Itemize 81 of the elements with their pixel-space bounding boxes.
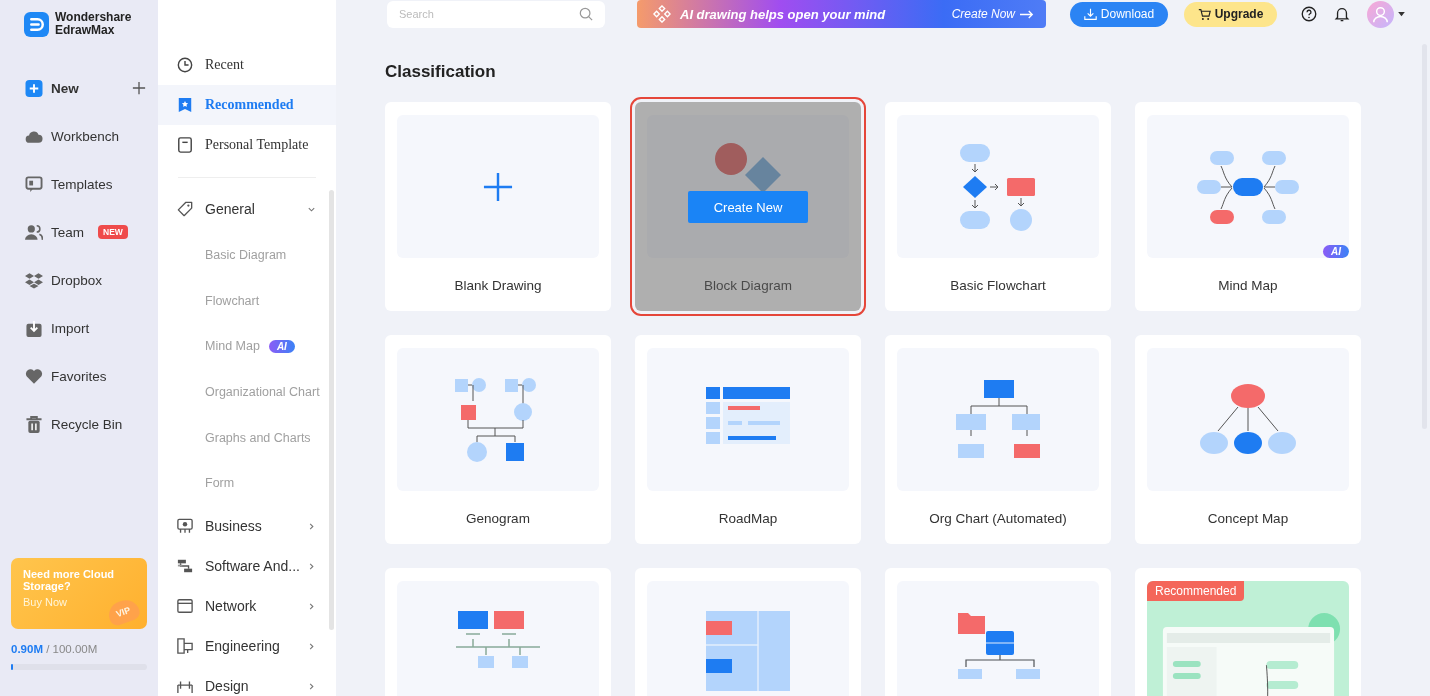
template-card[interactable]: Org Chart (Automated) — [885, 335, 1111, 544]
new-badge: NEW — [98, 225, 128, 239]
template-card[interactable]: Concept Map — [1135, 335, 1361, 544]
template-card[interactable]: Blank Drawing — [385, 102, 611, 311]
storage-usage: 0.90M / 100.00M — [11, 643, 99, 655]
app-logo-icon — [24, 11, 49, 37]
nav-item[interactable]: Dropbox — [0, 256, 146, 304]
section-title: Classification — [385, 62, 497, 82]
category-item[interactable]: Engineering — [158, 626, 336, 667]
card-title: Blank Drawing — [453, 278, 543, 293]
notification-bell-icon[interactable] — [1334, 6, 1350, 22]
chevron-right-icon — [307, 641, 316, 651]
dropbox-icon — [25, 271, 43, 289]
nav-item[interactable]: Import — [0, 304, 146, 352]
download-button[interactable]: Download — [1070, 1, 1168, 27]
card-title: Genogram — [465, 511, 531, 526]
upgrade-button[interactable]: Upgrade — [1184, 1, 1277, 27]
help-icon[interactable] — [1301, 6, 1317, 22]
promo-title: Need more Cloud Storage? — [23, 568, 116, 592]
tag-icon — [177, 201, 193, 217]
new-icon — [25, 79, 43, 97]
document-icon — [177, 137, 193, 153]
team-icon — [25, 223, 43, 241]
create-now-link[interactable]: Create Now — [951, 7, 1015, 21]
star-bookmark-icon — [177, 97, 193, 113]
category-item[interactable]: Design — [158, 666, 336, 696]
subcategory-item[interactable]: Mind Map AI — [158, 323, 336, 370]
nav-item[interactable]: Team NEW — [0, 208, 146, 256]
category-item[interactable]: Business — [158, 506, 336, 547]
chevron-right-icon — [307, 561, 316, 571]
download-icon — [1083, 7, 1097, 21]
cart-icon — [1197, 7, 1211, 21]
search-field[interactable]: Search — [387, 0, 605, 28]
template-card[interactable]: RoadMap — [635, 335, 861, 544]
import-icon — [25, 319, 43, 337]
software-icon — [177, 558, 193, 575]
templates-icon — [25, 175, 43, 193]
ai-banner[interactable]: AI drawing helps open your mind Create Now — [637, 0, 1046, 28]
card-title: Basic Flowchart — [949, 278, 1047, 293]
chevron-right-icon — [307, 681, 316, 691]
card-title: Concept Map — [1206, 511, 1290, 526]
engineering-icon — [177, 638, 193, 655]
recommended-tag: Recommended — [1147, 581, 1245, 601]
clock-icon — [177, 57, 193, 73]
panel-item[interactable]: Recent — [158, 45, 336, 85]
trash-icon — [25, 415, 43, 433]
add-icon[interactable] — [132, 81, 146, 95]
template-card[interactable]: AI Mind Map — [1135, 102, 1361, 311]
banner-text: AI drawing helps open your mind — [680, 6, 887, 22]
nav-item[interactable]: New — [0, 64, 146, 112]
create-new-button[interactable]: Create New — [688, 191, 808, 223]
chevron-right-icon — [307, 521, 316, 531]
heart-icon — [25, 367, 43, 385]
category-item[interactable]: Network — [158, 586, 336, 627]
ai-badge: AI — [1323, 245, 1349, 258]
nav-item[interactable]: Templates — [0, 160, 146, 208]
card-title: RoadMap — [717, 511, 779, 526]
block-diagram-drawing — [715, 143, 781, 193]
template-card[interactable]: Genogram — [385, 335, 611, 544]
search-icon — [579, 7, 593, 21]
card-title: Org Chart (Automated) — [928, 511, 1068, 526]
template-card[interactable]: Basic Flowchart — [885, 102, 1111, 311]
card-title: Block Diagram — [703, 278, 793, 293]
category-item[interactable]: General — [158, 189, 336, 229]
app-name: Wondershare EdrawMax — [55, 11, 132, 37]
category-item[interactable]: Software And... — [158, 546, 336, 587]
caret-icon[interactable] — [1398, 11, 1405, 17]
nav-item[interactable]: Favorites — [0, 352, 146, 400]
panel-item[interactable]: Recommended — [158, 85, 336, 125]
plus-icon — [483, 171, 513, 202]
card-title: Mind Map — [1217, 278, 1279, 293]
nav-item[interactable]: Recycle Bin — [0, 400, 146, 448]
presentation-icon — [177, 518, 193, 535]
ai-drawing-icon — [653, 5, 671, 23]
chevron-right-icon — [307, 601, 316, 611]
ai-badge: AI — [268, 339, 295, 353]
arrow-right-icon — [1020, 9, 1034, 19]
window-icon — [177, 598, 193, 615]
panel-item[interactable]: Personal Template — [158, 125, 336, 165]
nav-item[interactable]: Workbench — [0, 112, 146, 160]
scrollbar[interactable] — [329, 190, 334, 630]
